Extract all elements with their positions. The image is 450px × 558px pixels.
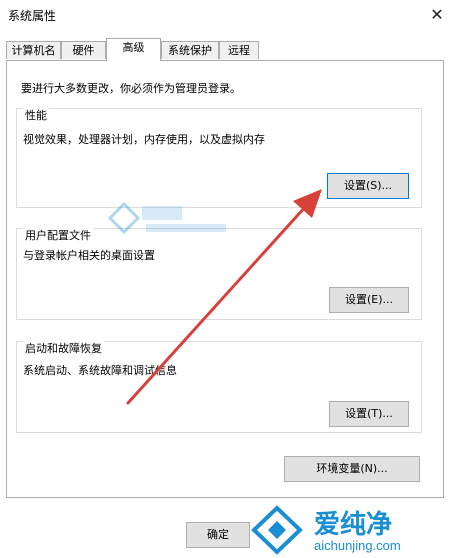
mid-watermark-icon [107,201,226,235]
tab-advanced[interactable]: 高级 [106,38,161,61]
annotation-arrow-icon [126,189,322,405]
